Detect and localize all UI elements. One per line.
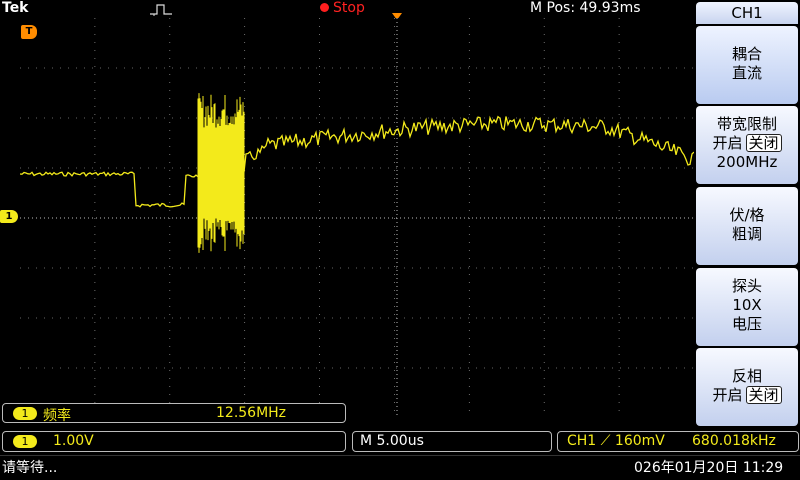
measurement-label: 频率 [43, 408, 71, 424]
brand-logo: Tek [2, 0, 29, 16]
status-channel-badge: 1 [13, 435, 37, 448]
horizontal-position-readout: M Pos: 49.93ms [530, 0, 641, 16]
measurement-readout: 1 频率 12.56MHz [2, 403, 346, 424]
measurement-value: 12.56MHz [216, 405, 287, 421]
stop-indicator-icon [320, 3, 329, 12]
trigger-readout: CH1 ⟋ 160mV 680.018kHz [557, 431, 799, 452]
invert-off-option: 关闭 [745, 386, 782, 404]
waveform-display[interactable] [20, 18, 694, 418]
trigger-frequency: 680.018kHz [692, 433, 776, 449]
date-time: 026年01月20日 11:29 [634, 460, 784, 476]
coupling-button[interactable]: 耦合 直流 [696, 26, 798, 104]
horizontal-scale-readout: M 5.00us [352, 431, 552, 452]
vertical-scale-readout: 1 1.00V [2, 431, 346, 452]
volts-per-div-value: 粗调 [731, 225, 762, 243]
probe-label: 探头 [731, 277, 762, 295]
probe-button[interactable]: 探头 10X 电压 [696, 268, 798, 346]
bandwidth-limit-label: 带宽限制 [716, 115, 777, 133]
bandwidth-on-option: 开启 [712, 134, 743, 152]
bandwidth-value: 200MHz [716, 153, 778, 171]
invert-button[interactable]: 反相 开启 关闭 [696, 348, 798, 426]
invert-on-option: 开启 [712, 386, 743, 404]
trigger-level-marker[interactable]: T [21, 25, 37, 39]
volts-per-div-label: 伏/格 [729, 206, 765, 224]
coupling-label: 耦合 [731, 45, 762, 63]
status-message: 请等待... [2, 460, 58, 476]
trigger-settings: CH1 ⟋ 160mV [567, 433, 665, 449]
volts-per-div-button[interactable]: 伏/格 粗调 [696, 187, 798, 265]
run-state-label: Stop [333, 0, 365, 16]
measurement-channel-badge: 1 [13, 407, 37, 420]
probe-type: 电压 [731, 315, 762, 333]
time-per-div-readout: M 5.00us [360, 433, 424, 449]
top-bar: Tek Stop M Pos: 49.93ms [0, 0, 694, 18]
ch1-ground-marker[interactable]: 1 [0, 210, 18, 223]
bandwidth-off-option: 关闭 [745, 134, 782, 152]
invert-label: 反相 [731, 367, 762, 385]
volts-per-div-readout: 1.00V [53, 433, 94, 449]
probe-attenuation: 10X [732, 296, 762, 314]
footer-divider [0, 455, 800, 456]
coupling-value: 直流 [731, 64, 762, 82]
side-menu-title: CH1 [696, 2, 798, 24]
bandwidth-limit-button[interactable]: 带宽限制 开启 关闭 200MHz [696, 106, 798, 184]
trigger-type-icon [150, 4, 172, 16]
side-menu: CH1 耦合 直流 带宽限制 开启 关闭 200MHz 伏/格 粗调 探头 10X… [695, 0, 800, 426]
